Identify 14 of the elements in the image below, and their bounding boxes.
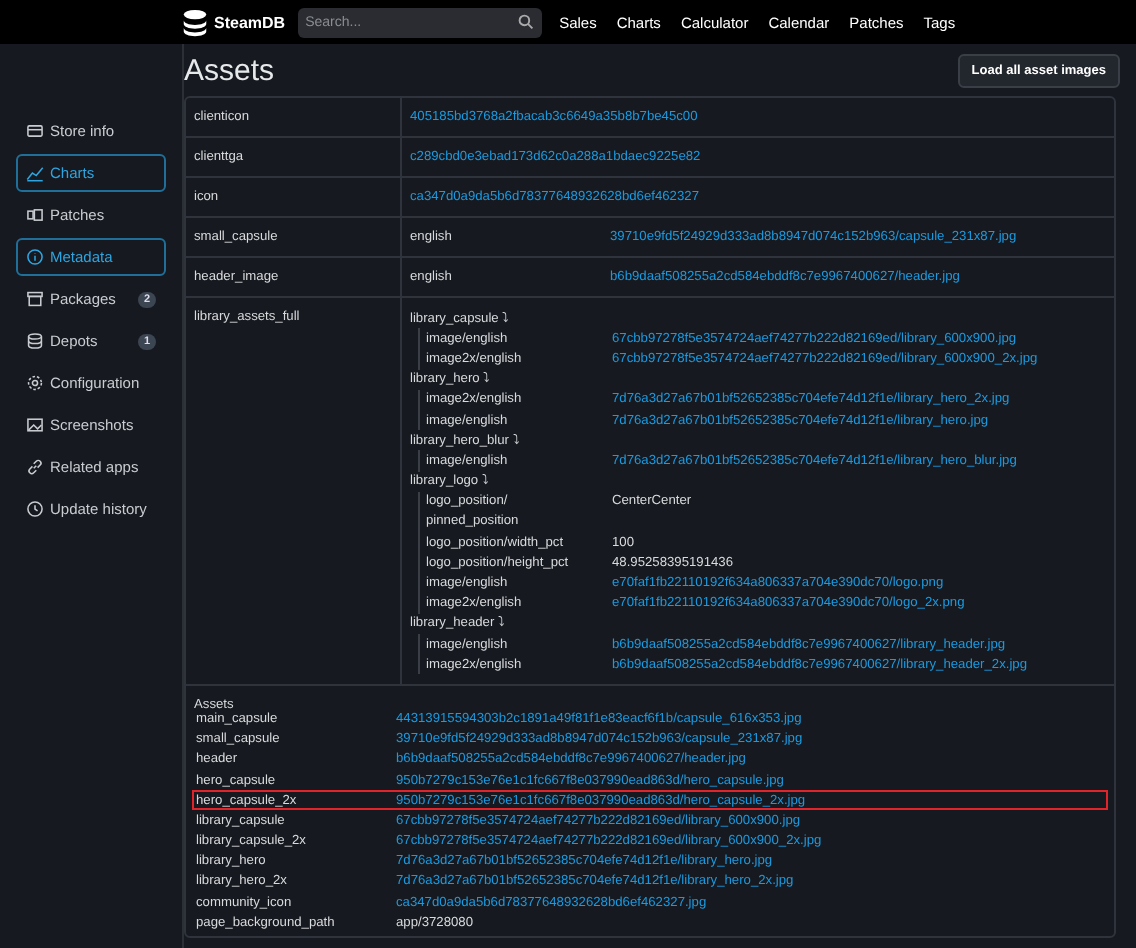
panels-icon	[26, 206, 44, 224]
link-icon	[26, 458, 44, 476]
gear-icon	[26, 374, 44, 392]
card-icon	[26, 122, 44, 140]
logo-icon[interactable]	[180, 7, 210, 37]
info-icon	[26, 248, 44, 266]
image-icon	[26, 416, 44, 434]
search-icon[interactable]	[517, 14, 534, 30]
page-title: Assets	[184, 53, 275, 87]
database-icon	[26, 332, 44, 350]
chart-icon	[26, 164, 44, 182]
clock-icon	[26, 500, 44, 518]
site-name[interactable]: SteamDB	[214, 13, 286, 31]
box-icon	[26, 290, 44, 308]
